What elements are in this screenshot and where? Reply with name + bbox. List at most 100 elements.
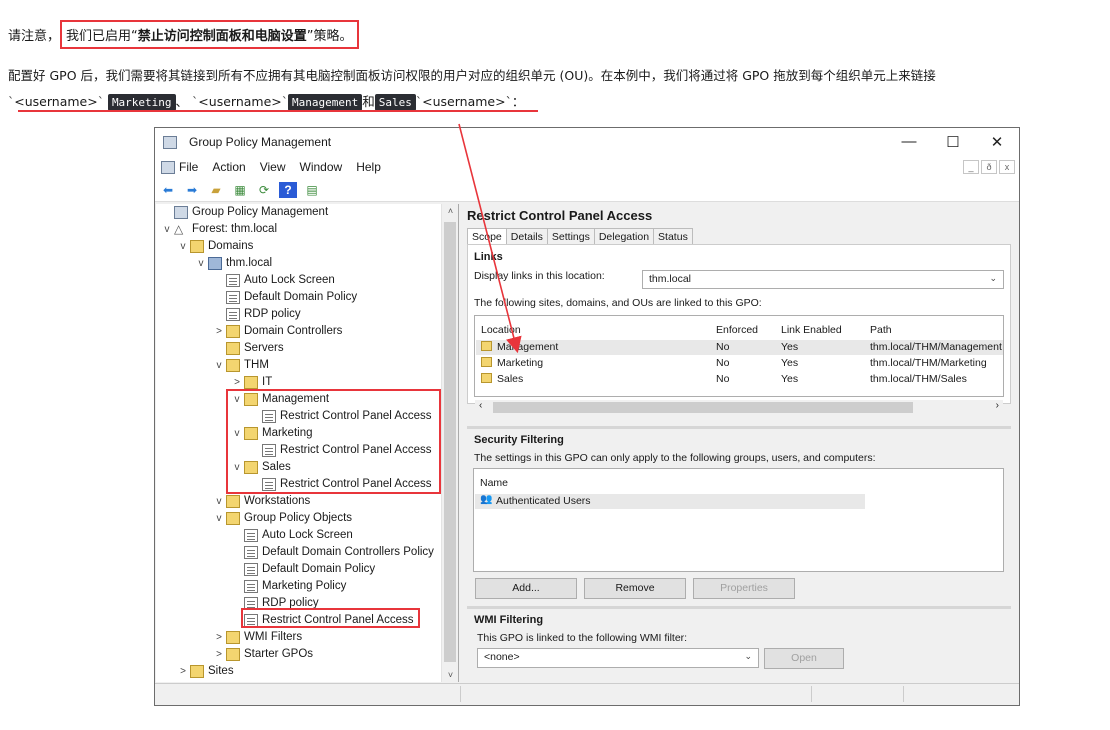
tree-node[interactable]: Auto Lock Screen [230, 527, 353, 544]
up-folder-icon[interactable]: ▰ [207, 182, 225, 198]
properties-icon[interactable]: ▤ [303, 182, 321, 198]
username-placeholder: <username> [422, 94, 506, 109]
chevron-right-icon[interactable]: > [212, 629, 226, 646]
forward-arrow-icon[interactable]: ➡ [183, 182, 201, 198]
column-path[interactable]: Path [870, 324, 892, 336]
mdi-minimize-button[interactable]: _ [963, 160, 979, 174]
chevron-down-icon[interactable]: v [176, 238, 190, 255]
links-hscrollbar[interactable]: ‹ › [475, 400, 1003, 416]
users-icon: 👥 [480, 494, 493, 505]
title-bar: Group Policy Management — ☐ ✕ [155, 128, 1019, 156]
tree-node[interactable]: > Domain Controllers [212, 323, 342, 340]
tree-node[interactable]: v △ Forest: thm.local [160, 221, 278, 238]
tree-node-label: Default Domain Policy [244, 291, 358, 303]
column-link-enabled[interactable]: Link Enabled [781, 324, 842, 336]
scroll-thumb[interactable] [493, 402, 913, 413]
tree-node[interactable]: RDP policy [212, 306, 301, 323]
policy-note: 请注意， 我们已启用“禁止访问控制面板和电脑设置”策略。 [8, 20, 359, 49]
gpo-icon [244, 529, 258, 542]
chevron-right-icon[interactable]: > [212, 323, 226, 340]
tree-node[interactable]: Marketing Policy [230, 578, 346, 595]
scroll-up-icon[interactable]: ˄ [442, 206, 458, 216]
chevron-down-icon[interactable]: v [212, 493, 226, 510]
display-links-combo[interactable]: thm.local ⌄ [642, 270, 1004, 289]
tree-node-label: Default Domain Controllers Policy [262, 546, 434, 558]
table-row[interactable]: Marketing No Yes thm.local/THM/Marketing [476, 356, 1003, 371]
menu-window[interactable]: Window [300, 160, 343, 174]
table-row[interactable]: 👥 Authenticated Users [475, 494, 865, 509]
row-path: thm.local/THM/Sales [870, 373, 967, 385]
tree-node[interactable]: > Starter GPOs [212, 646, 313, 663]
open-button[interactable]: Open [764, 648, 844, 669]
tree-vscrollbar[interactable]: ˄ ˅ [441, 204, 458, 682]
menu-view[interactable]: View [260, 160, 286, 174]
tree-node[interactable]: v thm.local [194, 255, 272, 272]
links-panel: Links Display links in this location: th… [467, 244, 1011, 416]
refresh-icon[interactable]: ⟳ [255, 182, 273, 198]
maximize-button[interactable]: ☐ [931, 133, 975, 151]
show-hide-tree-icon[interactable]: ▦ [231, 182, 249, 198]
folder-icon [226, 359, 240, 372]
section-divider[interactable] [467, 606, 1011, 609]
forest-icon: △ [174, 222, 184, 236]
scroll-left-icon[interactable]: ‹ [479, 400, 482, 411]
table-row[interactable]: Sales No Yes thm.local/THM/Sales [476, 372, 1003, 387]
tree-node-label: RDP policy [244, 308, 301, 320]
menu-action[interactable]: Action [212, 160, 245, 174]
remove-button[interactable]: Remove [584, 578, 686, 599]
section-divider[interactable] [467, 426, 1011, 429]
tree-node[interactable]: Auto Lock Screen [212, 272, 335, 289]
chevron-right-icon[interactable]: > [212, 646, 226, 663]
tree-node[interactable]: v THM [212, 357, 269, 374]
tab-scope[interactable]: Scope [467, 228, 507, 245]
minimize-button[interactable]: — [887, 133, 931, 151]
menu-file[interactable]: File [179, 160, 198, 174]
tree-node[interactable]: > WMI Filters [212, 629, 302, 646]
tree-node[interactable]: Default Domain Policy [212, 289, 357, 306]
scroll-down-icon[interactable]: ˅ [442, 670, 458, 680]
menu-help[interactable]: Help [356, 160, 381, 174]
tree-node[interactable]: v Workstations [212, 493, 310, 510]
security-filtering-title: Security Filtering [474, 434, 564, 446]
tree-node[interactable]: v Group Policy Objects [212, 510, 352, 527]
chevron-down-icon[interactable]: v [212, 357, 226, 374]
chevron-down-icon[interactable]: v [212, 510, 226, 527]
chevron-right-icon[interactable]: > [176, 663, 190, 680]
tree-node[interactable]: Default Domain Controllers Policy [230, 544, 434, 561]
scroll-right-icon[interactable]: › [996, 400, 999, 411]
status-pane [903, 686, 904, 702]
mdi-restore-button[interactable]: ð [981, 160, 997, 174]
tree-node[interactable]: > Sites [176, 663, 234, 680]
gpo-icon [244, 563, 258, 576]
wmi-filtering-label: This GPO is linked to the following WMI … [477, 632, 688, 644]
mdi-close-button[interactable]: x [999, 160, 1015, 174]
window-title: Group Policy Management [189, 135, 332, 149]
help-icon[interactable]: ? [279, 181, 297, 198]
tab-details[interactable]: Details [505, 228, 548, 245]
row-enforced: No [716, 357, 730, 369]
tree-node[interactable]: v Domains [176, 238, 253, 255]
back-arrow-icon[interactable]: ⬅ [159, 182, 177, 198]
tree-node[interactable]: Servers [212, 340, 284, 357]
column-enforced[interactable]: Enforced [716, 324, 758, 336]
wmi-filter-combo[interactable]: <none> ⌄ [477, 648, 759, 668]
chevron-down-icon[interactable]: v [160, 221, 174, 238]
close-button[interactable]: ✕ [975, 133, 1019, 151]
security-table: Name 👥 Authenticated Users [473, 468, 1004, 572]
column-location[interactable]: Location [481, 324, 521, 336]
tree-node[interactable]: Default Domain Policy [230, 561, 375, 578]
tab-settings[interactable]: Settings [546, 228, 595, 245]
tree-node[interactable]: Group Policy Management [160, 204, 328, 221]
chevron-down-icon[interactable]: v [194, 255, 208, 272]
tree-node-label: Sites [208, 665, 234, 677]
properties-button[interactable]: Properties [693, 578, 795, 599]
ou-folder-icon [481, 373, 492, 383]
tab-status[interactable]: Status [653, 228, 693, 245]
tab-delegation[interactable]: Delegation [593, 228, 655, 245]
table-row[interactable]: Management No Yes thm.local/THM/Manageme… [476, 340, 1003, 355]
add-button[interactable]: Add... [475, 578, 577, 599]
scroll-thumb[interactable] [444, 222, 456, 662]
column-name[interactable]: Name [480, 477, 508, 489]
gpm-root-icon [174, 206, 188, 219]
code-management: Management [288, 94, 363, 111]
